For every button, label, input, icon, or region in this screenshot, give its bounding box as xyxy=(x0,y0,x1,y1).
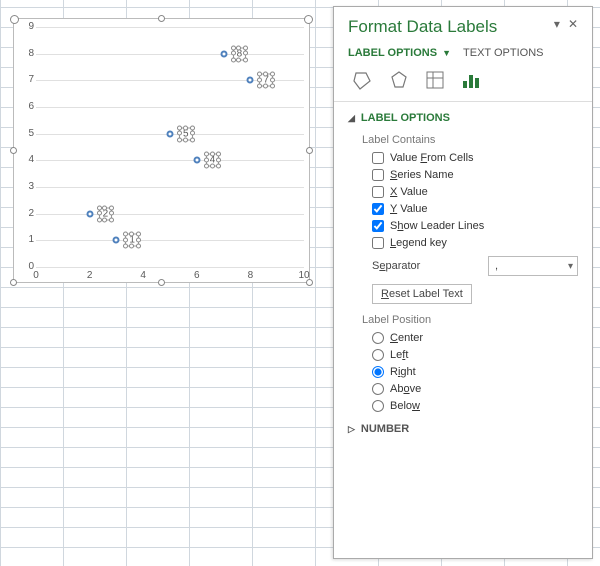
chk-y-value[interactable]: Y Value xyxy=(362,201,578,218)
reset-label-text-button[interactable]: Reset Label Text xyxy=(372,284,472,304)
label-options-icon[interactable] xyxy=(460,69,482,91)
expand-icon: ▷ xyxy=(348,424,355,435)
data-point[interactable] xyxy=(193,157,200,164)
data-point[interactable] xyxy=(220,50,227,57)
tab-label-options[interactable]: LABEL OPTIONS ▼ xyxy=(348,47,451,59)
rad-above[interactable]: Above xyxy=(362,381,578,398)
chart-plot-area[interactable]: 0123456789 0246810 215487 xyxy=(36,27,304,267)
data-point[interactable] xyxy=(167,130,174,137)
data-label[interactable]: 4 xyxy=(206,154,220,167)
data-point[interactable] xyxy=(113,237,120,244)
rad-center[interactable]: Center xyxy=(362,330,578,347)
rad-left[interactable]: Left xyxy=(362,347,578,364)
tab-text-options[interactable]: TEXT OPTIONS xyxy=(463,47,543,59)
chevron-down-icon: ▼ xyxy=(442,48,451,58)
chk-x-value[interactable]: X Value xyxy=(362,184,578,201)
data-label[interactable]: 1 xyxy=(125,234,139,247)
collapse-icon: ◢ xyxy=(348,113,355,124)
size-properties-icon[interactable] xyxy=(424,69,446,91)
data-label[interactable]: 2 xyxy=(99,207,113,220)
fill-line-icon[interactable] xyxy=(352,69,374,91)
pane-menu-icon[interactable]: ▾ xyxy=(554,17,560,31)
data-point[interactable] xyxy=(247,77,254,84)
section-label-options[interactable]: ◢ LABEL OPTIONS xyxy=(334,108,592,128)
chk-show-leader-lines[interactable]: Show Leader Lines xyxy=(362,218,578,235)
close-icon[interactable]: ✕ xyxy=(568,17,578,31)
separator-label: Separator xyxy=(372,260,420,272)
label-contains-heading: Label Contains xyxy=(362,134,578,146)
section-number[interactable]: ▷ NUMBER xyxy=(334,419,592,439)
format-data-labels-pane: Format Data Labels ▾ ✕ LABEL OPTIONS ▼ T… xyxy=(333,6,593,559)
separator-select[interactable]: , xyxy=(488,256,578,276)
chk-value-from-cells[interactable]: Value From Cells xyxy=(362,150,578,167)
label-position-heading: Label Position xyxy=(362,314,578,326)
rad-below[interactable]: Below xyxy=(362,398,578,415)
chk-legend-key[interactable]: Legend key xyxy=(362,235,578,252)
data-label[interactable]: 7 xyxy=(259,74,273,87)
data-point[interactable] xyxy=(86,210,93,217)
chk-series-name[interactable]: Series Name xyxy=(362,167,578,184)
data-label[interactable]: 5 xyxy=(179,127,193,140)
effects-icon[interactable] xyxy=(388,69,410,91)
pane-title: Format Data Labels xyxy=(348,17,497,37)
rad-right[interactable]: Right xyxy=(362,364,578,381)
data-label[interactable]: 8 xyxy=(233,47,247,60)
chart-container[interactable]: 0123456789 0246810 215487 xyxy=(13,18,310,283)
